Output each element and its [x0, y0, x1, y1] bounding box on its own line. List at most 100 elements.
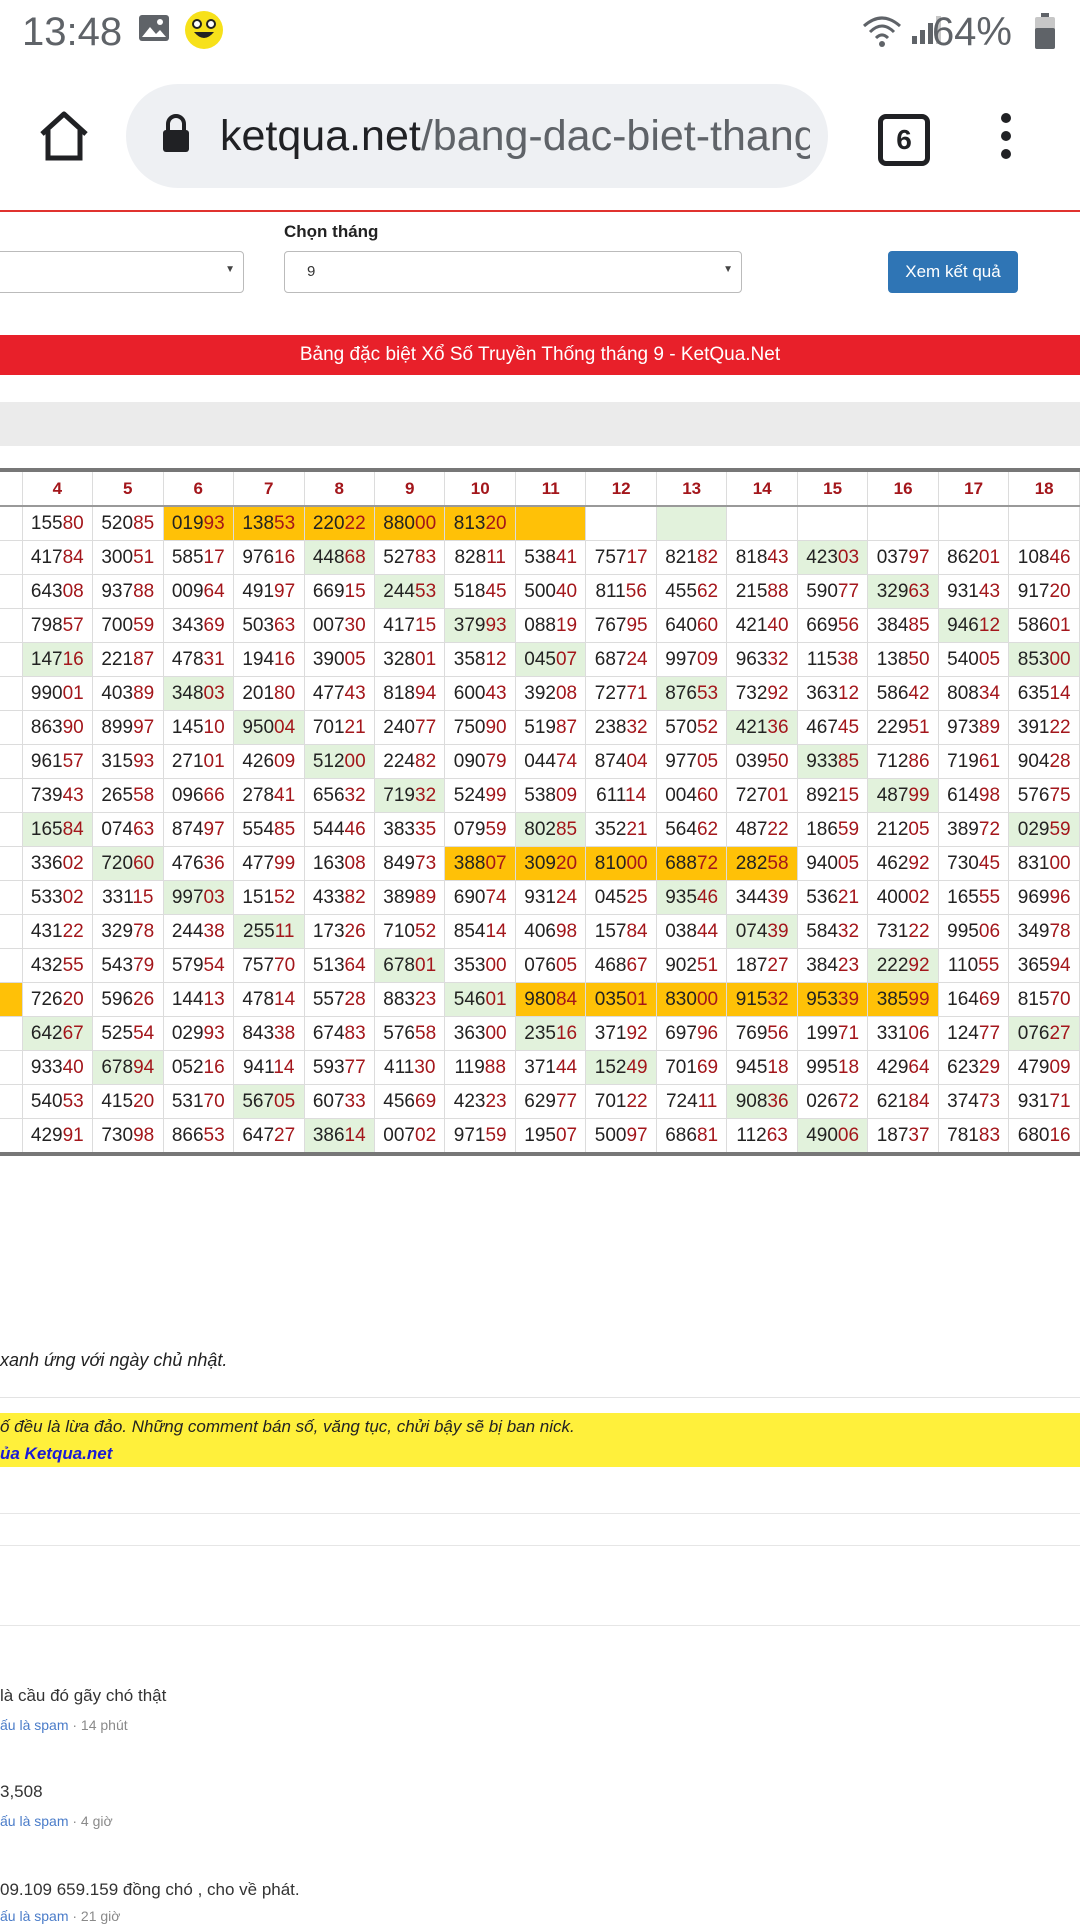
- result-cell: 37192: [585, 1016, 657, 1051]
- result-cell: 88000: [373, 505, 446, 541]
- year-select[interactable]: ▼: [0, 251, 244, 293]
- result-cell: 36594: [1008, 948, 1080, 983]
- day-column-header: 18: [1008, 468, 1080, 507]
- result-cell: 52085: [92, 505, 164, 541]
- result-cell: 97159: [444, 1118, 516, 1156]
- overflow-menu-icon[interactable]: [996, 112, 1016, 160]
- result-cell: 51364: [303, 948, 375, 983]
- result-cell: 72060: [92, 846, 164, 881]
- result-cell: 97616: [233, 540, 305, 575]
- result-cell: 31593: [92, 744, 164, 779]
- result-cell: 42303: [796, 540, 869, 575]
- chevron-down-icon: ▼: [225, 264, 235, 275]
- tab-switcher-button[interactable]: 6: [878, 114, 930, 166]
- result-cell: 75770: [233, 948, 305, 983]
- view-results-button[interactable]: Xem kết quả: [888, 251, 1018, 293]
- table-row: 1793340678940521694114593774113011988371…: [0, 1050, 1080, 1085]
- table-row: 4286390899971451095004701212407775090519…: [0, 710, 1080, 745]
- result-cell: 71: [0, 778, 23, 813]
- result-cell: 84338: [233, 1016, 305, 1051]
- month-label: Chọn tháng: [284, 222, 379, 241]
- result-cell: 41130: [373, 1050, 446, 1085]
- result-cell: 62977: [514, 1084, 587, 1119]
- result-cell: 95004: [233, 710, 305, 745]
- result-cell: 42140: [726, 608, 798, 643]
- result-cell: 48799: [867, 778, 939, 813]
- result-cell: 93546: [655, 880, 728, 915]
- result-cell: 76795: [585, 608, 657, 643]
- result-cell: 73098: [92, 1118, 164, 1156]
- result-cell: 00964: [162, 574, 235, 609]
- result-cell: 86390: [21, 710, 94, 745]
- result-cell: 44868: [303, 540, 375, 575]
- result-cell: 61114: [585, 778, 657, 813]
- comment-text: 09.109 659.159 đồng chó , cho về phát.: [0, 1880, 300, 1899]
- result-cell: 71052: [373, 914, 446, 949]
- result-cell: 08819: [514, 608, 587, 643]
- month-select[interactable]: 9 ▼: [284, 251, 742, 293]
- table-row: 2853302331159970315152433823898969074931…: [0, 880, 1080, 915]
- result-cell: 47743: [303, 676, 375, 711]
- result-cell: 57658: [373, 1016, 446, 1051]
- result-cell: 09666: [162, 778, 235, 813]
- result-cell: 36300: [444, 1016, 516, 1051]
- day-column-header: 3: [0, 468, 23, 507]
- day-column-header: 13: [655, 468, 728, 507]
- result-cell: 16308: [303, 846, 375, 881]
- result-cell: 87653: [655, 676, 728, 711]
- day-column-header: 8: [303, 468, 375, 507]
- result-cell: 73045: [937, 846, 1010, 881]
- result-cell: 66956: [796, 608, 869, 643]
- result-cell: 38989: [373, 880, 446, 915]
- day-column-header: 6: [162, 468, 235, 507]
- result-cell: 64060: [655, 608, 728, 643]
- divider: [0, 1397, 1080, 1398]
- lock-icon: [163, 114, 189, 152]
- result-cell: 90251: [655, 948, 728, 983]
- result-cell: 50097: [585, 1118, 657, 1156]
- warning-link[interactable]: ủa Ketqua.net: [0, 1444, 112, 1464]
- result-cell: 71961: [937, 744, 1010, 779]
- result-cell: 07463: [92, 812, 164, 847]
- result-cell: 41520: [92, 1084, 164, 1119]
- result-cell: 26558: [92, 778, 164, 813]
- result-cell: 57954: [162, 948, 235, 983]
- result-cell: 16584: [21, 812, 94, 847]
- result-cell: 46292: [867, 846, 939, 881]
- result-cell: 24077: [373, 710, 446, 745]
- result-cell: [796, 505, 869, 541]
- report-spam-link[interactable]: ấu là spam: [0, 1813, 68, 1829]
- result-cell: 54: [0, 540, 23, 575]
- result-cell: 41715: [373, 608, 446, 643]
- result-cell: 60733: [303, 1084, 375, 1119]
- report-spam-link[interactable]: ấu là spam: [0, 1908, 68, 1924]
- home-icon[interactable]: [38, 110, 90, 162]
- result-cell: 00702: [373, 1118, 446, 1156]
- result-cell: 38972: [937, 812, 1010, 847]
- result-cell: 47831: [162, 642, 235, 677]
- result-cell: 15784: [585, 914, 657, 949]
- result-cell: 97705: [655, 744, 728, 779]
- result-cell: 18659: [796, 812, 869, 847]
- day-column-header: 15: [796, 468, 869, 507]
- result-cell: 73122: [867, 914, 939, 949]
- result-cell: 24438: [162, 914, 235, 949]
- result-cell: 03797: [867, 540, 939, 575]
- result-cell: 17326: [303, 914, 375, 949]
- result-cell: 45669: [373, 1084, 446, 1119]
- result-cell: 34369: [162, 608, 235, 643]
- result-cell: 43122: [21, 914, 94, 949]
- address-bar[interactable]: ketqua.net/bang-dac-biet-thang: [126, 84, 828, 188]
- result-cell: 02672: [796, 1084, 869, 1119]
- result-cell: 82811: [444, 540, 516, 575]
- result-cell: 76956: [726, 1016, 798, 1051]
- result-cell: 42: [0, 710, 23, 745]
- result-cell: 68016: [1008, 1118, 1080, 1156]
- special-prize-table: 3456789101112131415161718 30155805208501…: [0, 468, 1080, 1156]
- result-cell: 66915: [303, 574, 375, 609]
- result-cell: 95: [0, 1016, 23, 1051]
- comment-time: · 14 phút: [72, 1717, 128, 1733]
- report-spam-link[interactable]: ấu là spam: [0, 1717, 68, 1733]
- result-cell: 71: [0, 608, 23, 643]
- result-cell: 85414: [444, 914, 516, 949]
